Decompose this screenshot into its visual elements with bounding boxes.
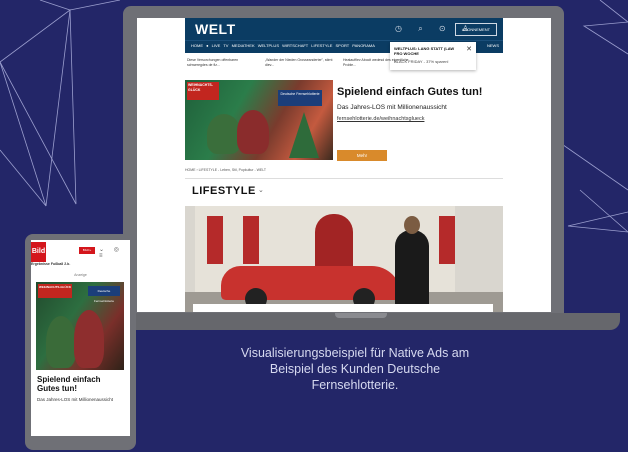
- close-icon[interactable]: ✕: [466, 45, 472, 53]
- ad-brand-tag: Deutsche Fernsehlotterie: [88, 286, 120, 303]
- header-icons[interactable]: ⌄ ◎ ≡: [99, 246, 130, 259]
- news-ticker: Diese Versorchungen offenbaren schweregd…: [185, 56, 503, 72]
- ad-title[interactable]: Spielend einfach Gutes tun!: [337, 86, 482, 98]
- caption-line: Visualisierungsbeispiel für Native Ads a…: [240, 346, 470, 360]
- ad-more-button[interactable]: Mehr: [337, 150, 387, 161]
- shutter-shape: [207, 216, 223, 264]
- welt-header: WELT ◷ ⌕ ⊙ ♙ ABONNEMENT: [185, 18, 503, 40]
- person-shape: [74, 310, 104, 368]
- ad-badge: WEIHNACHTS-GLÜCK: [38, 284, 72, 298]
- popup-title: WELTPLUS: LANG STATT (LAW FRO WOCHE: [394, 46, 455, 56]
- plus-button[interactable]: BILD+: [79, 247, 95, 254]
- nav-item-news[interactable]: NEWS: [487, 43, 499, 48]
- laptop-notch: [335, 313, 387, 318]
- ticker-item[interactable]: Diese Versorchungen offenbaren schweregd…: [187, 58, 255, 67]
- native-ad[interactable]: WEIHNACHTS-GLÜCK Deutsche Fernsehlotteri…: [185, 80, 503, 162]
- divider: [185, 178, 503, 179]
- shutter-shape: [243, 216, 259, 264]
- top-line[interactable]: Ergebnisse Fußball 2.b.: [31, 262, 70, 266]
- caption: Visualisierungsbeispiel für Native Ads a…: [180, 345, 530, 393]
- ad-link[interactable]: fernsehlotterie.de/weihnachtsglueck: [337, 116, 424, 122]
- head-shape: [404, 216, 420, 234]
- caption-line: Beispiel des Kunden Deutsche: [269, 362, 441, 376]
- laptop-screen: WELT ◷ ⌕ ⊙ ♙ ABONNEMENT HOME ● LIVE TV M…: [137, 18, 551, 312]
- ticker-item[interactable]: Heatauffiev Abocit wedesd des eigentlich…: [343, 58, 411, 67]
- welt-logo[interactable]: WELT: [195, 21, 236, 37]
- ad-title[interactable]: Spielend einfach Gutes tun!: [37, 375, 125, 393]
- person-shape: [395, 230, 429, 312]
- anzeige-label: Anzeige: [74, 273, 87, 277]
- hero-caption-bar: [193, 304, 493, 312]
- caption-line: Fernsehlotterie.: [311, 378, 399, 392]
- ad-brand-tag: Deutsche Fernsehlotterie: [278, 90, 322, 106]
- person-shape: [207, 114, 241, 154]
- nav-items[interactable]: HOME ● LIVE TV MEDIATHEK WELTPLUS WIRTSC…: [191, 43, 375, 48]
- person-shape: [46, 316, 76, 368]
- bild-logo[interactable]: Bild: [31, 242, 46, 262]
- chevron-down-icon[interactable]: ⌄: [258, 186, 264, 194]
- ad-subtitle: Das Jahres-LOS mit Millionenaussicht: [37, 397, 114, 402]
- ad-image[interactable]: WEIHNACHTS-GLÜCK Deutsche Fernsehlotteri…: [36, 282, 124, 370]
- ad-subtitle: Das Jahres-LOS mit Millionenaussicht: [337, 104, 447, 111]
- christmas-tree-shape: [289, 112, 319, 158]
- hero-image[interactable]: [185, 206, 503, 312]
- ticker-item[interactable]: „Wander der Nieden Grosseanderter", stir…: [265, 58, 333, 67]
- ad-image[interactable]: WEIHNACHTS-GLÜCK Deutsche Fernsehlotteri…: [185, 80, 333, 160]
- breadcrumb[interactable]: HOME › LIFESTYLE - Leben, Stil, Popkultu…: [185, 168, 266, 172]
- section-title[interactable]: LIFESTYLE: [192, 185, 256, 197]
- person-shape: [237, 110, 269, 154]
- abonnement-button[interactable]: ABONNEMENT: [455, 23, 497, 36]
- shutter-shape: [439, 216, 455, 264]
- ad-badge: WEIHNACHTS-GLÜCK: [187, 82, 219, 100]
- phone-screen: Bild BILD+ ⌄ ◎ ≡ Ergebnisse Fußball 2.b.…: [31, 240, 130, 436]
